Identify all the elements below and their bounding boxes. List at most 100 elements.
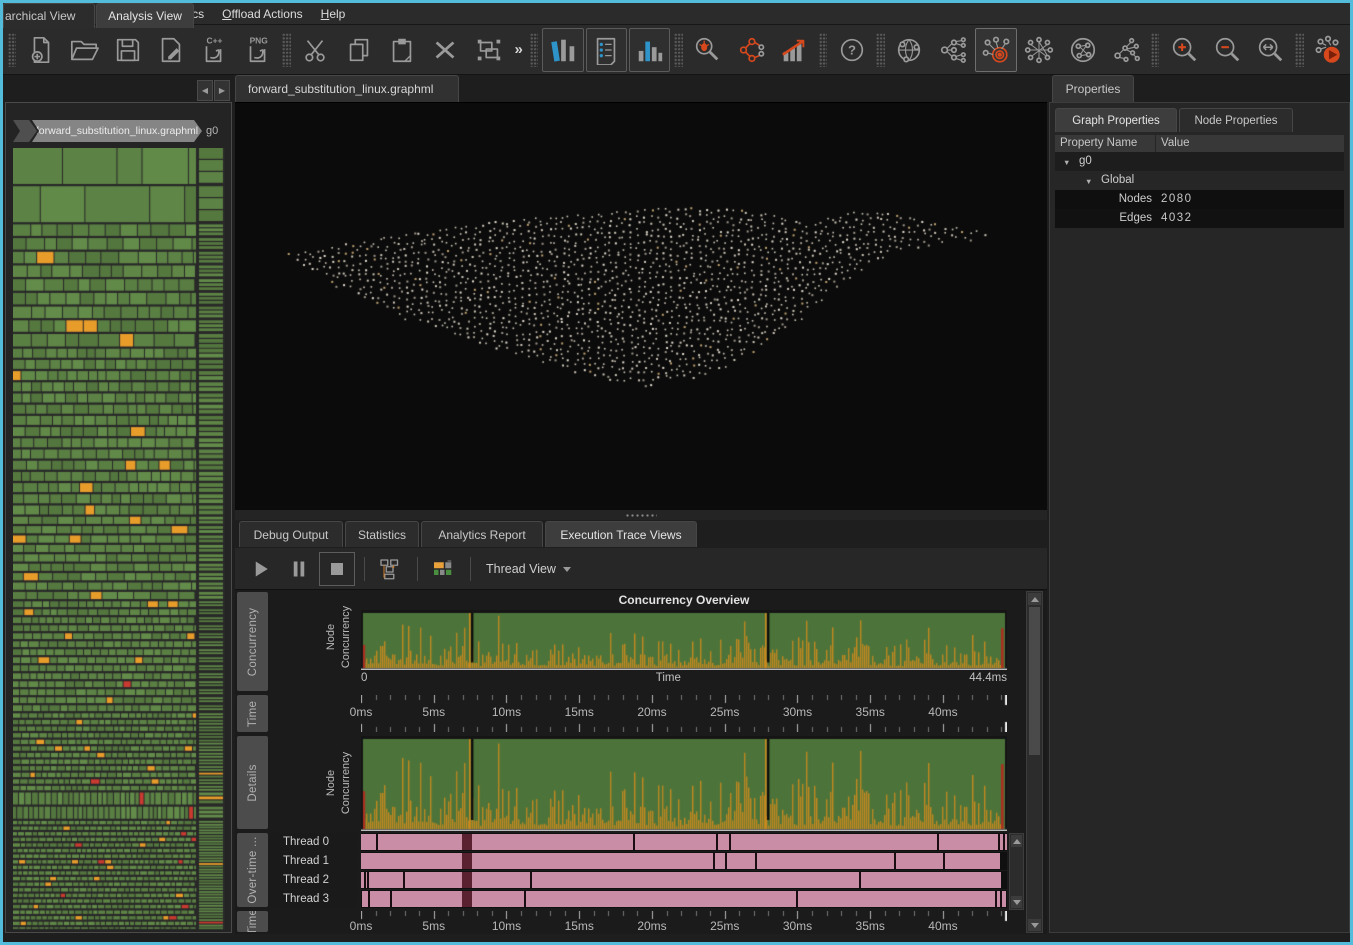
- section-header-details[interactable]: Details: [237, 736, 268, 829]
- scroll-up-icon[interactable]: [1028, 593, 1041, 605]
- breadcrumb-root-chevron[interactable]: [13, 120, 37, 142]
- section-header-time[interactable]: Time: [237, 695, 268, 732]
- section-header-overtime[interactable]: Over-time ...: [237, 833, 268, 907]
- toolbar-grip-handle[interactable]: [1295, 33, 1303, 67]
- toolbar-grip-handle[interactable]: [876, 33, 884, 67]
- tab-properties[interactable]: Properties: [1052, 75, 1134, 102]
- concurrency-details-plot[interactable]: [361, 736, 1007, 831]
- task-segment[interactable]: [361, 853, 1000, 869]
- thread-activity-bar[interactable]: [361, 871, 1007, 889]
- task-segment[interactable]: [362, 891, 1006, 907]
- tab-hierarchical-view[interactable]: archical View: [3, 3, 95, 28]
- column-property-name[interactable]: Property Name: [1055, 135, 1156, 152]
- tab-debug-output[interactable]: Debug Output: [239, 521, 343, 547]
- blocked-region[interactable]: [462, 891, 472, 907]
- blocked-region[interactable]: [462, 872, 472, 888]
- chart-view-button[interactable]: [629, 28, 670, 72]
- save-button[interactable]: [107, 28, 148, 72]
- blocked-region[interactable]: [462, 853, 472, 869]
- debug-inspect-button[interactable]: [687, 28, 728, 72]
- menu-help[interactable]: Help: [312, 5, 355, 23]
- expander-icon[interactable]: ▼: [1085, 172, 1092, 191]
- cut-button[interactable]: [295, 28, 336, 72]
- thread-view-selector[interactable]: Thread View: [486, 562, 571, 576]
- property-row-g0[interactable]: ▼ g0: [1055, 152, 1344, 171]
- tab-scroll-left-button[interactable]: ◀: [197, 80, 213, 101]
- task-segment[interactable]: [361, 872, 1001, 888]
- property-row-edges[interactable]: Edges 4032: [1055, 209, 1344, 228]
- scroll-up-icon[interactable]: [1011, 835, 1022, 847]
- analysis-treemap[interactable]: [13, 148, 225, 930]
- toolbar-grip-handle[interactable]: [819, 33, 827, 67]
- scroll-down-icon[interactable]: [1028, 919, 1041, 931]
- performance-trend-button[interactable]: [773, 28, 814, 72]
- graph-node-cloud[interactable]: [235, 103, 1047, 510]
- zoom-in-button[interactable]: [1163, 28, 1204, 72]
- toolbar-overflow-button[interactable]: »: [510, 41, 526, 58]
- zoom-out-button[interactable]: [1207, 28, 1248, 72]
- layout-sphere-button[interactable]: [889, 28, 930, 72]
- trace-vertical-scrollbar[interactable]: [1026, 591, 1043, 933]
- histogram-view-button[interactable]: [542, 28, 583, 72]
- concurrency-overview-plot[interactable]: [361, 610, 1007, 670]
- toolbar-grip-handle[interactable]: [1151, 33, 1159, 67]
- property-row-global[interactable]: ▼ Global: [1055, 171, 1344, 190]
- layout-tree-button[interactable]: [932, 28, 973, 72]
- layout-interlocked-button[interactable]: [1019, 28, 1060, 72]
- thread-activity-bar[interactable]: [361, 890, 1007, 908]
- layout-enclosed-button[interactable]: [1062, 28, 1103, 72]
- task-segment[interactable]: [361, 834, 1007, 850]
- zoom-fit-button[interactable]: [1250, 28, 1291, 72]
- toolbar-grip-handle[interactable]: [674, 33, 682, 67]
- tab-execution-trace-views[interactable]: Execution Trace Views: [545, 521, 697, 547]
- menu-offload-actions[interactable]: Offload Actions: [213, 5, 312, 23]
- graph-tree-view-button[interactable]: [372, 552, 408, 586]
- toolbar-grip-handle[interactable]: [282, 33, 290, 67]
- scrollbar-thumb[interactable]: [1029, 607, 1040, 755]
- run-graph-button[interactable]: [1308, 28, 1349, 72]
- time-ruler-top[interactable]: 0ms5ms10ms15ms20ms25ms30ms35ms40ms: [361, 695, 1007, 732]
- tab-document[interactable]: forward_substitution_linux.graphml: [235, 75, 459, 102]
- group-nodes-button[interactable]: [468, 28, 509, 72]
- timeline-view-button[interactable]: [425, 552, 461, 586]
- overview-x-title: Time: [656, 672, 681, 687]
- tab-graph-properties[interactable]: Graph Properties: [1055, 108, 1177, 132]
- delete-button[interactable]: [425, 28, 466, 72]
- breadcrumb-node[interactable]: g0: [202, 120, 218, 142]
- time-ruler-bottom[interactable]: 0ms5ms10ms15ms20ms25ms30ms35ms40ms: [361, 911, 1007, 933]
- section-header-time-bottom[interactable]: Time: [237, 911, 268, 932]
- tab-statistics[interactable]: Statistics: [345, 521, 419, 547]
- tab-analytics-report[interactable]: Analytics Report: [421, 521, 543, 547]
- copy-button[interactable]: [338, 28, 379, 72]
- expander-icon[interactable]: ▼: [1063, 153, 1070, 172]
- horizontal-splitter[interactable]: [235, 510, 1047, 520]
- new-graph-button[interactable]: [20, 28, 61, 72]
- help-button[interactable]: ?: [831, 28, 872, 72]
- tab-scroll-right-button[interactable]: ▶: [214, 80, 230, 101]
- section-header-concurrency[interactable]: Concurrency: [237, 592, 268, 691]
- thread-activity-bar[interactable]: [361, 852, 1007, 870]
- stop-button[interactable]: [319, 552, 355, 586]
- pause-button[interactable]: [281, 552, 317, 586]
- export-cpp-button[interactable]: C++: [194, 28, 235, 72]
- column-value[interactable]: Value: [1156, 135, 1190, 152]
- breadcrumb-file[interactable]: forward_substitution_linux.graphml: [32, 120, 202, 142]
- layout-spread-button[interactable]: [1105, 28, 1146, 72]
- property-row-nodes[interactable]: Nodes 2080: [1055, 190, 1344, 209]
- toolbar-grip-handle[interactable]: [530, 33, 538, 67]
- open-button[interactable]: [64, 28, 105, 72]
- export-png-button[interactable]: PNG: [237, 28, 278, 72]
- thread-timeline-scrollbar[interactable]: [1009, 833, 1024, 910]
- paste-button[interactable]: [381, 28, 422, 72]
- thread-activity-bar[interactable]: [361, 833, 1007, 851]
- tab-analysis-view[interactable]: Analysis View: [96, 3, 194, 28]
- edit-graph-button[interactable]: [150, 28, 191, 72]
- toolbar-grip-handle[interactable]: [8, 33, 16, 67]
- blocked-region[interactable]: [462, 834, 472, 850]
- critical-path-button[interactable]: [730, 28, 771, 72]
- report-view-button[interactable]: [586, 28, 627, 72]
- play-button[interactable]: [243, 552, 279, 586]
- layout-targeted-button[interactable]: [975, 28, 1016, 72]
- scroll-down-icon[interactable]: [1011, 896, 1022, 908]
- tab-node-properties[interactable]: Node Properties: [1179, 108, 1293, 132]
